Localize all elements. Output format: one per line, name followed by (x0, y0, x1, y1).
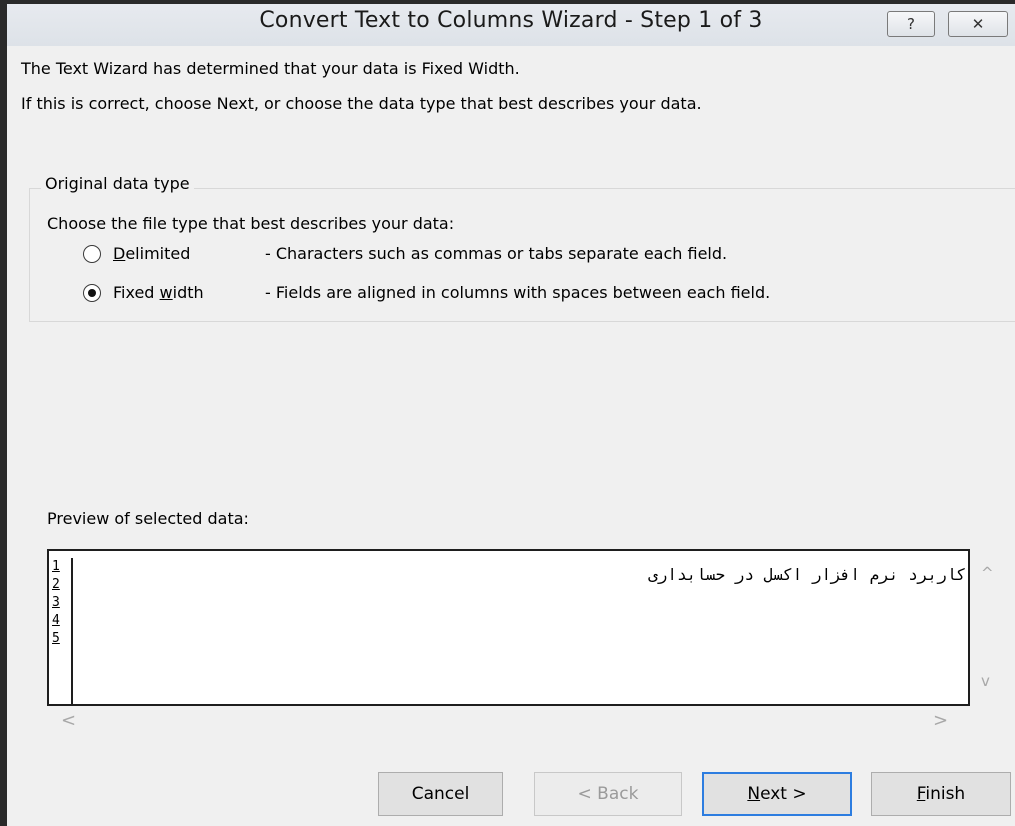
back-button[interactable]: < Back (534, 772, 682, 816)
data-preview-box[interactable]: 1 2 3 4 5 کاربرد نرم افزار اکسل در حسابد… (47, 549, 970, 706)
finish-button[interactable]: Finish (871, 772, 1011, 816)
preview-label: Preview of selected data: (47, 509, 249, 528)
dialog-title: Convert Text to Columns Wizard - Step 1 … (259, 8, 763, 33)
delimited-description: - Characters such as commas or tabs sepa… (265, 244, 728, 263)
fixed-width-description: - Fields are aligned in columns with spa… (265, 283, 771, 302)
scroll-up-icon[interactable]: ^ (981, 564, 994, 582)
wizard-dialog: Convert Text to Columns Wizard - Step 1 … (0, 0, 1015, 826)
row-number: 2 (52, 577, 60, 592)
close-button[interactable]: ✕ (948, 11, 1008, 37)
intro-line-1: The Text Wizard has determined that your… (21, 59, 520, 78)
cancel-button[interactable]: Cancel (378, 772, 503, 816)
intro-line-2: If this is correct, choose Next, or choo… (21, 94, 702, 113)
group-legend: Original data type (41, 174, 194, 193)
file-type-prompt: Choose the file type that best describes… (47, 214, 455, 233)
row-number-column: 1 2 3 4 5 (49, 558, 73, 704)
fixed-width-label[interactable]: Fixed width (113, 283, 204, 302)
delimited-label[interactable]: Delimited (113, 244, 190, 263)
row-number: 3 (52, 595, 60, 610)
help-button[interactable]: ? (887, 11, 935, 37)
next-button[interactable]: Next > (702, 772, 852, 816)
scroll-right-icon[interactable]: > (933, 710, 948, 731)
scroll-down-icon[interactable]: v (981, 672, 990, 690)
row-number: 1 (52, 559, 60, 574)
preview-row-1-text: کاربرد نرم افزار اکسل در حسابداری (648, 565, 966, 584)
help-icon: ? (907, 15, 915, 33)
radio-selected-dot (88, 289, 96, 297)
delimited-radio[interactable] (83, 245, 101, 263)
scroll-left-icon[interactable]: < (61, 710, 76, 731)
fixed-width-radio[interactable] (83, 284, 101, 302)
row-number: 4 (52, 613, 60, 628)
title-bar: Convert Text to Columns Wizard - Step 1 … (7, 4, 1015, 46)
close-icon: ✕ (971, 15, 985, 33)
row-number: 5 (52, 631, 60, 646)
